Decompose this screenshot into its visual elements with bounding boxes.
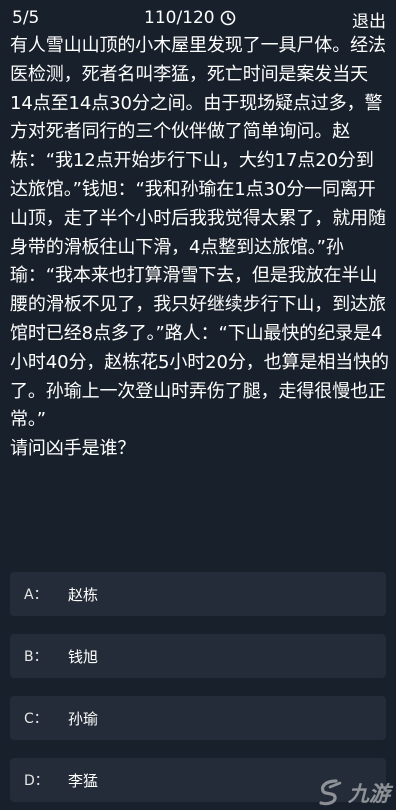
option-letter: A： (24, 587, 48, 603)
watermark: 九游 (316, 778, 390, 808)
timer-value: 110/120 (144, 8, 215, 28)
question-text: 有人雪山山顶的小木屋里发现了一具尸体。经法医检测，死者名叫李猛，死亡时间是案发当… (10, 35, 389, 460)
jiuyou-logo-icon (319, 779, 342, 806)
option-label: 钱旭 (68, 647, 99, 666)
question-progress: 5/5 (12, 8, 40, 28)
option-label: 李猛 (68, 771, 99, 790)
option-label: 孙瑜 (68, 709, 99, 728)
top-bar: 5/5 110/120 退出 (0, 0, 396, 34)
clock-icon (220, 10, 235, 26)
option-a[interactable]: A： 赵栋 (10, 572, 386, 616)
countdown-timer: 110/120 (144, 8, 236, 28)
option-label: 赵栋 (68, 585, 99, 604)
exit-button[interactable]: 退出 (352, 7, 386, 32)
option-letter: C： (24, 711, 48, 727)
option-letter: B： (24, 649, 48, 665)
option-b[interactable]: B： 钱旭 (10, 634, 386, 678)
option-c[interactable]: C： 孙瑜 (10, 696, 386, 740)
watermark-text: 九游 (348, 782, 390, 806)
option-letter: D： (24, 773, 49, 789)
